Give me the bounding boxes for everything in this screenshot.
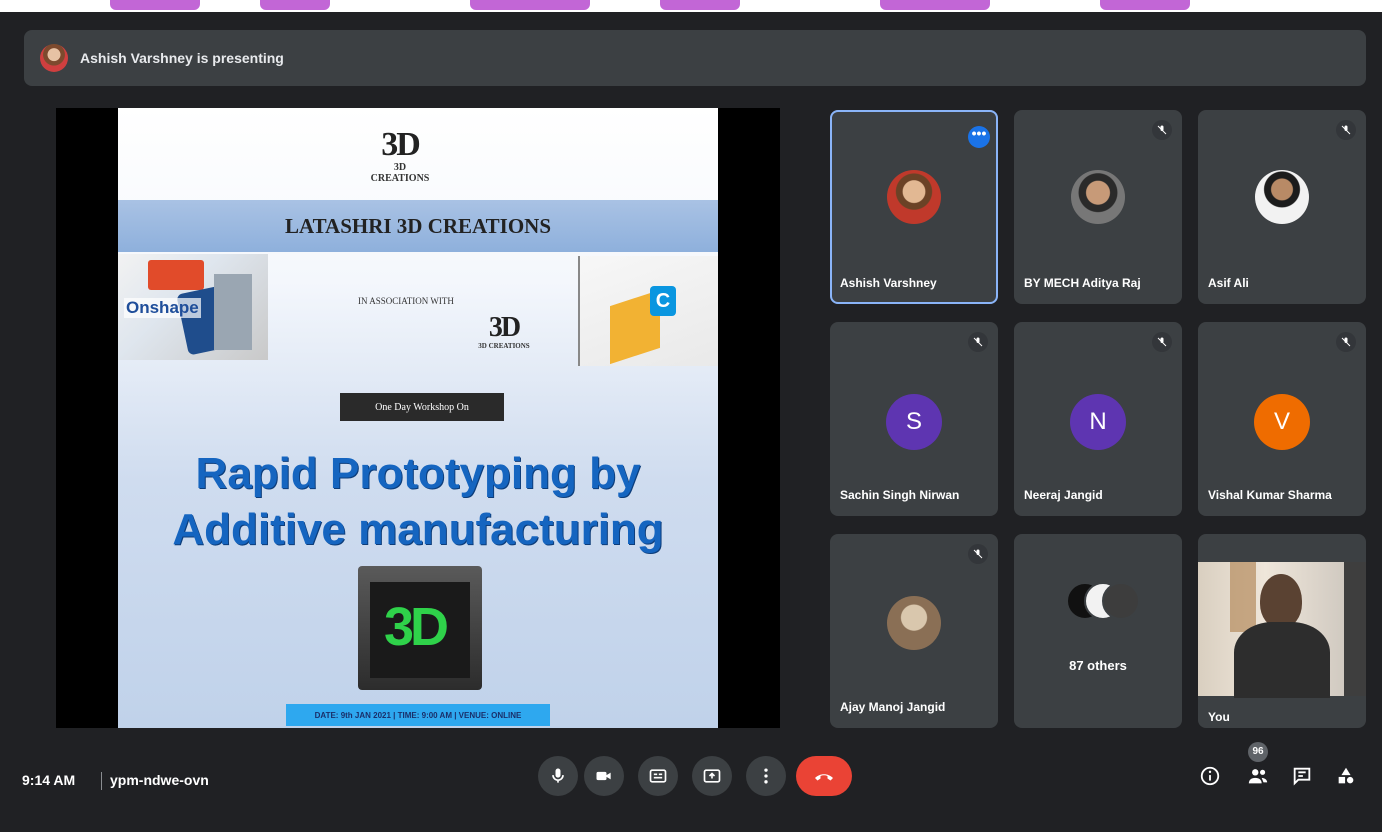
participant-tile[interactable]: Asif Ali bbox=[1198, 110, 1366, 304]
headline-line-2: Additive manufacturing bbox=[172, 505, 664, 554]
microphone-button[interactable] bbox=[538, 756, 578, 796]
mic-off-icon bbox=[1336, 120, 1356, 140]
onshape-image: Onshape bbox=[118, 254, 268, 360]
partner-logo: 3D 3D CREATIONS bbox=[478, 312, 530, 351]
leave-call-button[interactable] bbox=[796, 756, 852, 796]
meeting-details-button[interactable] bbox=[1198, 764, 1222, 788]
slide-footer-banner: DATE: 9th JAN 2021 | TIME: 9:00 AM | VEN… bbox=[286, 704, 550, 726]
more-options-icon[interactable]: ••• bbox=[968, 126, 990, 148]
participant-tile[interactable]: V Vishal Kumar Sharma bbox=[1198, 322, 1366, 516]
participant-name: You bbox=[1208, 710, 1230, 724]
camera-button[interactable] bbox=[584, 756, 624, 796]
mic-off-icon bbox=[968, 332, 988, 352]
participant-avatar: N bbox=[1070, 394, 1126, 450]
presenter-avatar bbox=[40, 44, 68, 72]
workshop-text: One Day Workshop On bbox=[375, 401, 469, 413]
present-screen-button[interactable] bbox=[692, 756, 732, 796]
workshop-label: One Day Workshop On bbox=[340, 393, 504, 421]
participant-tile[interactable]: Ajay Manoj Jangid bbox=[830, 534, 998, 728]
participant-avatar: S bbox=[886, 394, 942, 450]
top-decoration bbox=[0, 0, 1382, 12]
participant-count-badge: 96 bbox=[1248, 742, 1268, 762]
slide-footer-text: DATE: 9th JAN 2021 | TIME: 9:00 AM | VEN… bbox=[314, 710, 522, 720]
slide-title-band: LATASHRI 3D CREATIONS bbox=[118, 200, 718, 252]
activities-icon bbox=[1338, 767, 1354, 784]
slide-headline: Rapid Prototyping by Additive manufactur… bbox=[118, 446, 718, 558]
3d-printer-image: 3D bbox=[358, 566, 482, 690]
participant-avatar bbox=[887, 170, 941, 224]
participant-tile-others[interactable]: 87 others bbox=[1014, 534, 1182, 728]
more-options-button[interactable] bbox=[746, 756, 786, 796]
participant-tile[interactable]: N Neeraj Jangid bbox=[1014, 322, 1182, 516]
people-button[interactable] bbox=[1246, 764, 1270, 788]
participant-avatar: V bbox=[1254, 394, 1310, 450]
participant-tile[interactable]: S Sachin Singh Nirwan bbox=[830, 322, 998, 516]
onshape-logo: Onshape bbox=[124, 298, 201, 318]
captions-button[interactable] bbox=[638, 756, 678, 796]
participant-avatar bbox=[887, 596, 941, 650]
chat-button[interactable] bbox=[1290, 764, 1314, 788]
captions-icon bbox=[649, 769, 667, 783]
end-call-icon bbox=[815, 774, 833, 781]
present-screen-icon bbox=[703, 769, 721, 783]
camera-icon bbox=[596, 771, 611, 781]
participant-name: Neeraj Jangid bbox=[1024, 488, 1103, 502]
association-text: IN ASSOCIATION WITH bbox=[358, 296, 454, 306]
presentation-slide: 3D 3D CREATIONS LATASHRI 3D CREATIONS On… bbox=[118, 108, 718, 728]
meeting-code: ypm-ndwe-ovn bbox=[110, 772, 209, 788]
company-logo: 3D 3D CREATIONS bbox=[370, 126, 430, 185]
presentation-banner: Ashish Varshney is presenting bbox=[24, 30, 1366, 86]
more-vertical-icon bbox=[764, 768, 768, 784]
participant-avatar bbox=[1255, 170, 1309, 224]
divider bbox=[101, 772, 102, 790]
presenting-label: Ashish Varshney is presenting bbox=[80, 50, 284, 66]
self-video bbox=[1198, 562, 1366, 698]
info-icon bbox=[1200, 766, 1220, 786]
self-view-tile[interactable]: You bbox=[1198, 534, 1366, 728]
participant-name: Ashish Varshney bbox=[840, 276, 937, 290]
participant-tile[interactable]: ••• Ashish Varshney bbox=[830, 110, 998, 304]
others-label: 87 others bbox=[1069, 658, 1127, 673]
mic-off-icon bbox=[1152, 120, 1172, 140]
others-avatars bbox=[1066, 582, 1140, 620]
activities-button[interactable] bbox=[1334, 764, 1358, 788]
headline-line-1: Rapid Prototyping by bbox=[195, 449, 641, 498]
participant-tile[interactable]: BY MECH Aditya Raj bbox=[1014, 110, 1182, 304]
participant-name: Sachin Singh Nirwan bbox=[840, 488, 960, 502]
mic-off-icon bbox=[1152, 332, 1172, 352]
participant-avatar bbox=[1071, 170, 1125, 224]
participant-name: Vishal Kumar Sharma bbox=[1208, 488, 1332, 502]
microphone-icon bbox=[552, 768, 564, 783]
slide-title: LATASHRI 3D CREATIONS bbox=[284, 213, 552, 238]
participant-name: Ajay Manoj Jangid bbox=[840, 700, 946, 714]
current-time: 9:14 AM bbox=[22, 772, 76, 788]
chat-icon bbox=[1293, 767, 1311, 786]
people-icon bbox=[1248, 769, 1268, 784]
creo-logo: C bbox=[650, 286, 676, 316]
mic-off-icon bbox=[968, 544, 988, 564]
creo-image: C bbox=[578, 256, 718, 366]
participant-name: Asif Ali bbox=[1208, 276, 1249, 290]
participant-name: BY MECH Aditya Raj bbox=[1024, 276, 1141, 290]
mic-off-icon bbox=[1336, 332, 1356, 352]
